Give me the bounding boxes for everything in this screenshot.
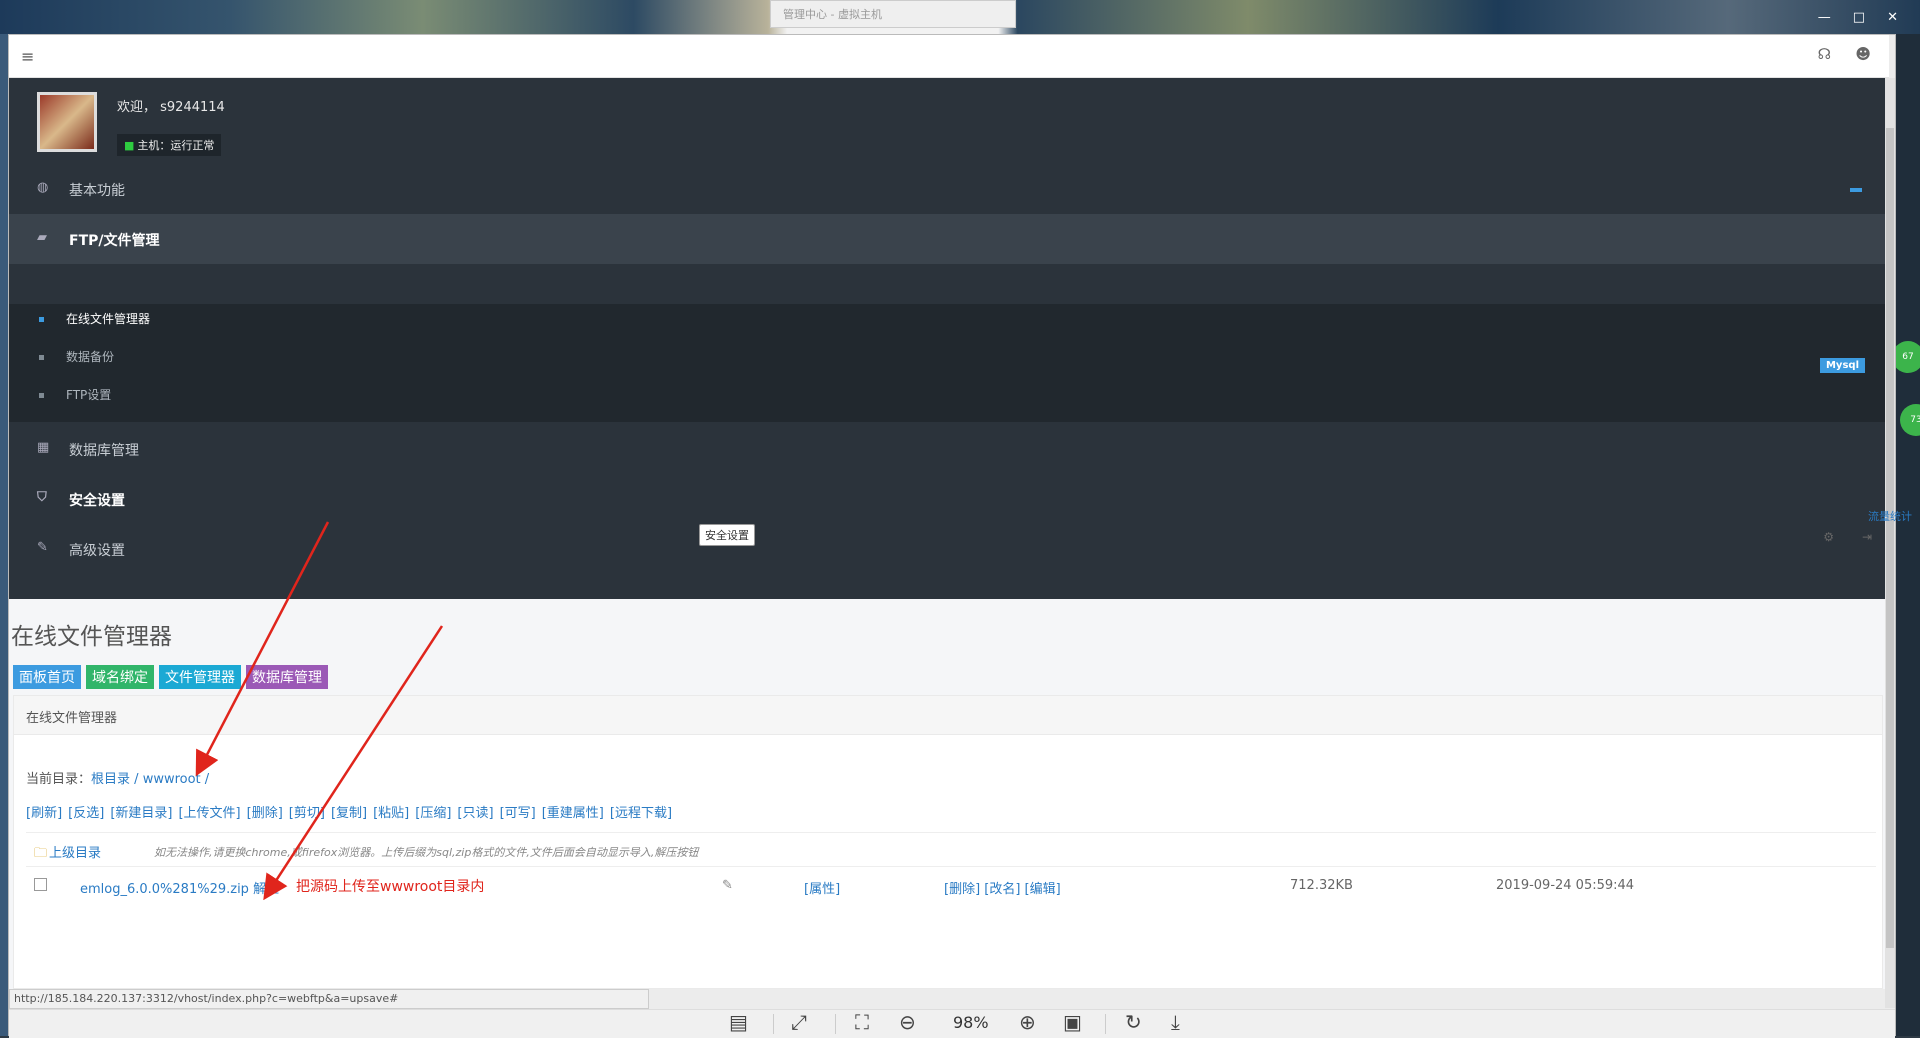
action-cut[interactable]: [剪切] — [289, 806, 325, 821]
submenu-item-file-manager[interactable]: 在线文件管理器 — [39, 310, 150, 327]
action-writable[interactable]: [可写] — [500, 806, 536, 821]
breadcrumb-root[interactable]: 根目录 — [91, 772, 130, 787]
page-title: 在线文件管理器 — [11, 624, 172, 650]
desktop-background: 管理中心 - 虚拟主机 — □ ✕ — [0, 0, 1920, 34]
action-delete[interactable]: [删除] — [247, 806, 283, 821]
submenu-item-backup[interactable]: 数据备份 — [39, 348, 114, 365]
folder-open-icon: ▰ — [37, 230, 47, 245]
tab-panel-home[interactable]: 面板首页 — [13, 665, 81, 689]
avatar — [37, 92, 97, 152]
action-new-folder[interactable]: [新建目录] — [110, 806, 172, 821]
maximize-icon[interactable]: □ — [1853, 10, 1865, 25]
tab-database[interactable]: 数据库管理 — [246, 665, 328, 689]
side-widget-bubble[interactable]: 67 — [1892, 341, 1920, 373]
minimize-icon[interactable]: — — [1818, 10, 1831, 25]
submenu-ftp: 在线文件管理器 数据备份 FTP设置 — [9, 304, 1894, 422]
breadcrumb: 当前目录：根目录 / wwwroot / — [26, 772, 210, 787]
action-compress[interactable]: [压缩] — [415, 806, 451, 821]
desktop-right-edge — [1896, 34, 1920, 1036]
action-paste[interactable]: [粘贴] — [373, 806, 409, 821]
file-name-link[interactable]: emlog_6.0.0%281%29.zip 解压 — [80, 878, 279, 897]
file-checkbox[interactable] — [34, 878, 47, 891]
table-icon: ▦ — [37, 440, 50, 455]
nav-item-ftp[interactable]: ▰ FTP/文件管理 — [9, 214, 1894, 264]
sidebar: 欢迎， s9244114 ■ 主机：运行正常 ◍ 基本功能 ▰ FTP/文件管理 … — [9, 78, 1894, 599]
actual-size-icon[interactable]: ▣ — [1063, 1010, 1082, 1034]
file-date: 2019-09-24 05:59:44 — [1496, 878, 1635, 893]
tab-file-manager[interactable]: 文件管理器 — [159, 665, 241, 689]
submenu-item-ftp-settings[interactable]: FTP设置 — [39, 386, 111, 403]
edit-icon: ✎ — [37, 540, 48, 555]
welcome-text: 欢迎， s9244114 — [117, 100, 225, 115]
user-icon[interactable]: ☻ — [1855, 45, 1871, 63]
rotate-icon[interactable]: ↻ — [1125, 1010, 1142, 1034]
host-status-badge: ■ 主机：运行正常 — [117, 134, 222, 156]
viewer-toolbar: ▤ ⤢ ⛶ ⊖ 98% ⊕ ▣ ↻ ⤓ — [9, 1009, 1895, 1038]
gear-icon[interactable]: ⚙ — [1823, 530, 1834, 544]
headset-icon[interactable]: ☊ — [1818, 45, 1831, 63]
nav-item-advanced[interactable]: ✎ 高级设置 — [9, 524, 1894, 574]
zoom-in-icon[interactable]: ⊕ — [1019, 1010, 1036, 1034]
browser-tab[interactable]: 管理中心 - 虚拟主机 — [770, 0, 1016, 28]
annotation-text: 把源码上传至wwwroot目录内 — [296, 879, 485, 895]
unzip-link[interactable]: 解压 — [253, 882, 279, 897]
shield-icon: ⛉ — [37, 490, 47, 505]
parent-dir-row[interactable]: 🗀 上级目录 — [34, 842, 101, 866]
quick-tabs: 面板首页 域名绑定 文件管理器 数据库管理 — [13, 665, 328, 689]
window-controls: — □ ✕ — [1818, 10, 1898, 25]
tab-domain-binding[interactable]: 域名绑定 — [86, 665, 154, 689]
mysql-badge: Mysql — [1819, 358, 1865, 373]
hint-text: 如无法操作,请更换chrome,或firefox浏览器。上传后缀为sql,zip… — [154, 846, 699, 859]
fit-icon[interactable]: ⤢ — [791, 1010, 807, 1034]
panel-topbar: ≡ ☊ ☻ — [9, 35, 1889, 78]
nav-item-security[interactable]: ⛉ 安全设置 — [9, 474, 1894, 524]
edit-file-icon[interactable]: ✎ — [722, 878, 733, 893]
desktop-left-edge — [0, 34, 8, 1036]
image-viewer-window: ≡ ☊ ☻ 欢迎， s9244114 ■ 主机：运行正常 ◍ 基本功能 ▰ FTP… — [8, 34, 1896, 1038]
nav-item-database[interactable]: ▦ 数据库管理 — [9, 424, 1894, 474]
logout-icon[interactable]: ⇥ — [1862, 530, 1872, 544]
action-upload[interactable]: [上传文件] — [178, 806, 240, 821]
download-icon[interactable]: ⤓ — [1171, 1010, 1180, 1034]
file-size: 712.32KB — [1290, 878, 1353, 893]
main-content: 在线文件管理器 面板首页 域名绑定 文件管理器 数据库管理 在线文件管理器 当前… — [9, 599, 1894, 989]
fullscreen-icon[interactable]: ⛶ — [855, 1010, 869, 1034]
panel-heading: 在线文件管理器 — [14, 696, 1882, 735]
folder-up-icon: 🗀 — [34, 846, 48, 861]
side-link[interactable]: 流量统计 — [1868, 508, 1912, 524]
action-rebuild-attr[interactable]: [重建属性] — [542, 806, 604, 821]
nav-item-basic[interactable]: ◍ 基本功能 — [9, 164, 1894, 214]
file-actions: [刷新] [反选] [新建目录] [上传文件] [删除] [剪切] [复制] [粘贴] [压缩]… — [26, 802, 678, 821]
action-readonly[interactable]: [只读] — [457, 806, 493, 821]
file-ops-links[interactable]: [删除] [改名] [编辑] — [944, 878, 1061, 897]
vertical-scrollbar[interactable] — [1885, 78, 1895, 1008]
close-icon[interactable]: ✕ — [1887, 10, 1898, 25]
action-refresh[interactable]: [刷新] — [26, 806, 62, 821]
table-row: emlog_6.0.0%281%29.zip 解压 把源码上传至wwwroot目… — [14, 872, 1874, 906]
properties-link[interactable]: [属性] — [804, 878, 840, 897]
action-invert[interactable]: [反选] — [68, 806, 104, 821]
action-remote-download[interactable]: [远程下载] — [610, 806, 672, 821]
status-url-bar: http://185.184.220.137:3312/vhost/index.… — [9, 989, 649, 1009]
action-copy[interactable]: [复制] — [331, 806, 367, 821]
file-panel: 在线文件管理器 当前目录：根目录 / wwwroot / [刷新] [反选] [新建… — [13, 695, 1883, 989]
menu-icon[interactable]: ≡ — [21, 47, 34, 66]
status-dot-icon: ■ — [124, 139, 135, 152]
zoom-level: 98% — [953, 1013, 989, 1032]
layout-icon[interactable]: ▤ — [729, 1010, 748, 1034]
zoom-out-icon[interactable]: ⊖ — [899, 1010, 916, 1034]
breadcrumb-wwwroot[interactable]: wwwroot — [143, 772, 201, 787]
divider — [26, 832, 1876, 833]
divider — [26, 866, 1876, 867]
tooltip: 安全设置 — [699, 524, 755, 546]
dashboard-icon: ◍ — [37, 180, 49, 195]
